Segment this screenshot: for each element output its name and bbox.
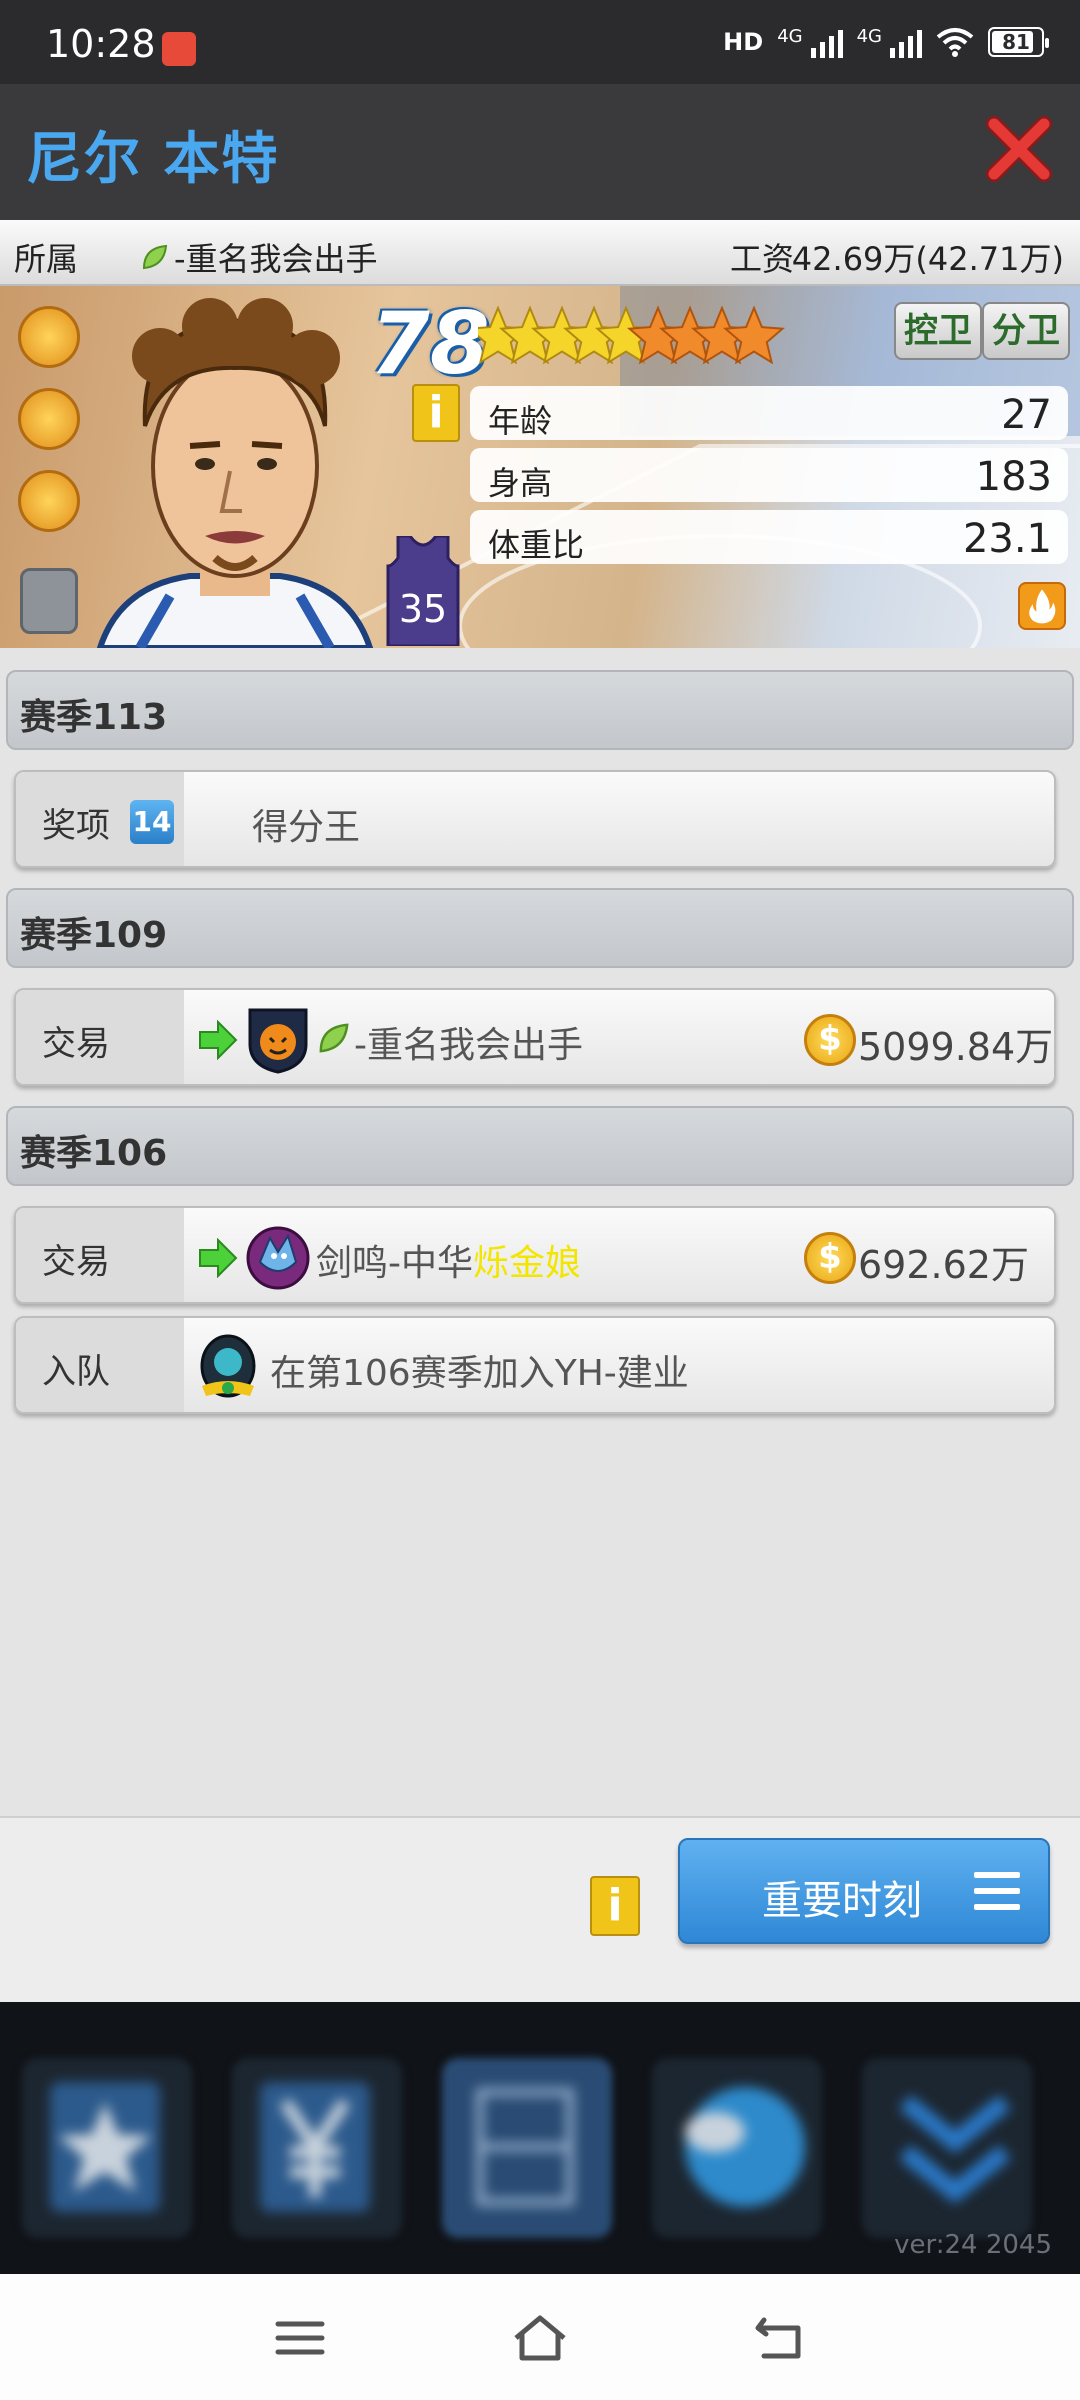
network-2-label: 4G <box>856 26 882 47</box>
team-name: -重名我会出手 <box>174 240 378 278</box>
back-icon[interactable] <box>750 2310 810 2366</box>
coin-icon: $ <box>804 1232 856 1284</box>
trade-team-name: 剑鸣-中华烁金娘 <box>316 1234 581 1286</box>
lock-icon[interactable] <box>20 568 78 634</box>
stat-value: 183 <box>975 454 1052 500</box>
player-info-strip: 所属 -重名我会出手 工资 42.69万(42.71万) <box>0 220 1080 286</box>
salary-value: 42.69万(42.71万) <box>791 240 1064 278</box>
skill-badge-3-icon[interactable] <box>18 470 80 532</box>
row-tag-label: 交易 <box>42 1024 110 1064</box>
trade-team-name: -重名我会出手 <box>354 1025 583 1066</box>
battery-level: 81 <box>1002 30 1030 54</box>
player-avatar <box>96 298 374 648</box>
stat-height: 身高 183 <box>470 448 1068 502</box>
history-row-trade-106[interactable]: 交易 剑鸣-中华烁金娘 $ 692.62万 <box>14 1206 1056 1304</box>
stat-label: 身高 <box>488 464 553 502</box>
coin-icon: $ <box>804 1014 856 1066</box>
overall-rating: 78 <box>370 294 490 394</box>
app-notification-icon <box>162 32 196 66</box>
jersey-icon: 35 <box>386 536 460 646</box>
info-icon[interactable]: i <box>412 384 460 442</box>
menu-nav-icon[interactable] <box>270 2310 330 2366</box>
network-1-label: 4G <box>777 26 803 47</box>
important-moments-label: 重要时刻 <box>762 1878 922 1924</box>
season-header-106: 赛季106 <box>6 1106 1074 1186</box>
status-time: 10:28 <box>46 22 156 66</box>
chevron-down-icon <box>899 2094 1011 2204</box>
join-text: 在第106赛季加入YH-建业 <box>270 1353 689 1394</box>
important-moments-button[interactable]: 重要时刻 <box>678 1838 1050 1944</box>
menu-icon <box>974 1872 1020 1912</box>
season-header-113: 赛季113 <box>6 670 1074 750</box>
leaf-icon <box>319 1023 349 1053</box>
info-icon[interactable]: i <box>590 1876 640 1936</box>
system-nav-bar <box>0 2274 1080 2400</box>
row-tag-label: 入队 <box>42 1352 110 1392</box>
team-logo-pumpkin-icon <box>248 1008 308 1074</box>
row-tag: 入队 <box>16 1318 184 1412</box>
trade-amount: 5099.84万 <box>858 1025 1054 1069</box>
trade-amount: 692.62万 <box>858 1243 1029 1287</box>
season-title: 赛季109 <box>20 915 168 956</box>
history-row-award[interactable]: 奖项 14 得分王 <box>14 770 1056 868</box>
award-name: 得分王 <box>252 807 361 848</box>
status-icons: HD 4G 4G 81 <box>723 26 1049 58</box>
row-tag-label: 交易 <box>42 1242 110 1282</box>
history-list[interactable]: 赛季113 奖项 14 得分王 赛季109 交易 -重名我会出手 $ 5099.… <box>0 648 1080 1816</box>
home-icon[interactable] <box>510 2310 570 2366</box>
stat-weight-ratio: 体重比 23.1 <box>470 510 1068 564</box>
team-label: 所属 <box>14 240 79 278</box>
yen-icon <box>260 2082 370 2212</box>
leaf-icon <box>142 244 168 270</box>
team-logo-yh-icon <box>200 1334 256 1398</box>
trade-team-prefix: 剑鸣-中华 <box>316 1243 473 1284</box>
season-title: 赛季113 <box>20 697 168 738</box>
skill-badge-2-icon[interactable] <box>18 388 80 450</box>
court-icon <box>476 2088 574 2206</box>
game-bottom-nav: ver:24 2045 <box>0 2002 1080 2274</box>
team-logo-wolf-icon <box>246 1226 310 1290</box>
star-rating <box>478 305 785 365</box>
row-tag-label: 奖项 <box>42 806 110 846</box>
stat-value: 27 <box>1001 392 1052 438</box>
history-row-join[interactable]: 入队 在第106赛季加入YH-建业 <box>14 1316 1056 1414</box>
status-bar: 10:28 HD 4G 4G 81 <box>0 0 1080 84</box>
stat-age: 年龄 27 <box>470 386 1068 440</box>
wifi-icon <box>936 28 974 57</box>
arrow-right-icon <box>199 1020 238 1060</box>
jersey-number: 35 <box>399 587 447 631</box>
player-header: 尼尔 本特 <box>0 84 1080 220</box>
action-bar: i 重要时刻 <box>0 1816 1080 2002</box>
skill-badge-1-icon[interactable] <box>18 306 80 368</box>
signal-2-icon: 4G <box>857 26 922 58</box>
position-shooting-guard: 分卫 <box>982 302 1070 360</box>
close-icon[interactable] <box>984 114 1054 184</box>
trade-team-highlight: 烁金娘 <box>473 1243 582 1284</box>
season-title: 赛季106 <box>20 1133 168 1174</box>
stat-value: 23.1 <box>962 516 1052 562</box>
fire-icon[interactable] <box>1018 582 1066 630</box>
team-link[interactable]: -重名我会出手 <box>140 234 378 280</box>
position-point-guard: 控卫 <box>894 302 982 360</box>
salary-label: 工资 <box>730 240 795 278</box>
globe-icon <box>685 2087 805 2207</box>
hd-icon: HD <box>723 28 764 56</box>
arrow-right-icon <box>199 1238 238 1278</box>
stat-label: 年龄 <box>488 402 553 440</box>
battery-icon: 81 <box>988 27 1049 57</box>
history-row-trade-109[interactable]: 交易 -重名我会出手 $ 5099.84万 <box>14 988 1056 1086</box>
player-card: 35 78 控卫 分卫 i 年龄 27 身高 183 体重比 23.1 <box>0 286 1080 648</box>
star-icon <box>50 2082 160 2212</box>
award-count-badge: 14 <box>130 800 174 844</box>
signal-1-icon: 4G <box>777 26 843 58</box>
season-header-109: 赛季109 <box>6 888 1074 968</box>
row-tag: 交易 <box>16 990 184 1084</box>
version-label: ver:24 2045 <box>894 2230 1052 2260</box>
player-name: 尼尔 本特 <box>26 127 280 192</box>
stat-label: 体重比 <box>488 526 585 564</box>
row-tag: 交易 <box>16 1208 184 1302</box>
